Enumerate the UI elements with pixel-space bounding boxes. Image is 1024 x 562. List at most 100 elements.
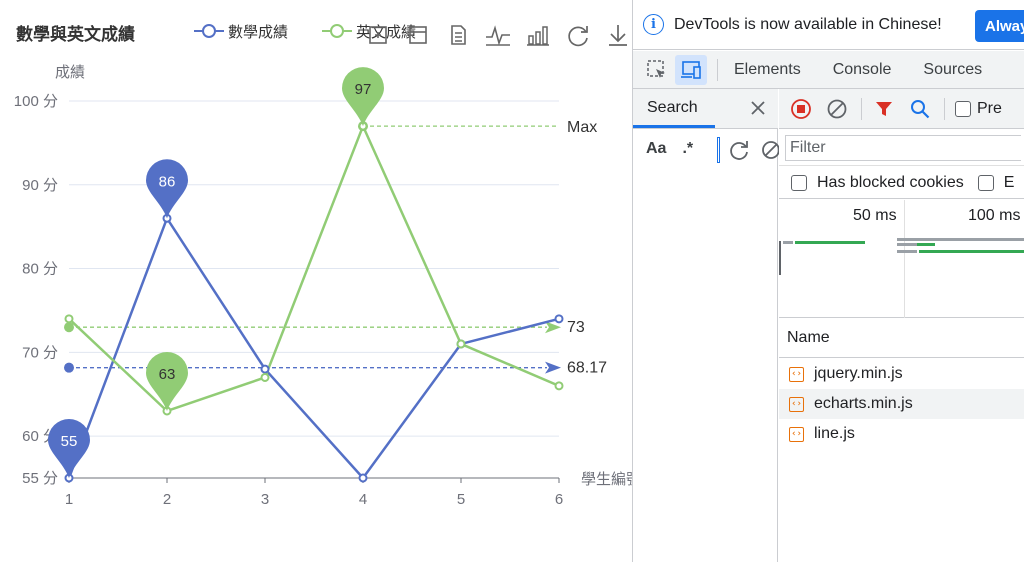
refresh-icon[interactable] [727,138,751,167]
info-icon: i [643,14,664,35]
script-file-icon: ‹› [789,396,804,412]
request-row[interactable]: ‹› echarts.min.js [779,389,1024,419]
timeline-bar [783,241,793,244]
regex-toggle[interactable]: .* [682,140,693,158]
timeline-gridline [904,200,905,318]
request-row[interactable]: ‹› line.js [779,419,1024,449]
close-icon[interactable] [745,95,771,121]
zoom-reset-icon[interactable] [402,20,434,50]
blocked-cookies-label: Has blocked cookies [817,173,964,191]
request-name: echarts.min.js [814,395,913,412]
y-tick-label: 80 分 [22,261,58,278]
blocked-cookies-checkbox[interactable] [791,174,807,191]
timeline-bar [897,250,917,253]
math-data-point [260,364,270,374]
math-mark-point-label: 86 [159,173,176,190]
english-data-point [456,339,466,349]
timeline-label-50ms: 50 ms [853,207,897,224]
timeline-bar [919,250,1024,253]
english-mark-point-label: 97 [355,81,372,98]
math-average-line-arrow [545,361,561,374]
math-mark-point-label: 55 [61,433,78,450]
script-file-icon: ‹› [789,426,804,442]
timeline-label-100ms: 100 ms [968,207,1021,224]
x-tick-label: 5 [457,491,465,508]
network-toolbar: Pre [779,89,1024,129]
chart-title: 數學與英文成績 [16,25,135,45]
devtools-tabbar: Elements Console Sources [633,51,1024,89]
math-data-point [358,473,368,483]
legend-item-math[interactable]: 數學成績 [194,20,288,42]
english-max-line-label: Max [567,119,597,136]
math-data-point [554,314,564,324]
inspect-element-icon[interactable] [641,55,673,85]
preserve-log-checkbox[interactable] [955,100,971,117]
y-tick-label: 90 分 [22,177,58,194]
request-name: jquery.min.js [814,365,903,382]
search-icon[interactable] [906,95,934,123]
filter-input[interactable]: Filter [785,134,1021,161]
legend-math-swatch [194,24,224,38]
english-mark-point-label: 63 [159,366,176,383]
search-tab[interactable]: Search [633,89,778,129]
script-file-icon: ‹› [789,366,804,382]
chart-toolbox [362,20,632,50]
y-tick-label: 100 分 [14,93,58,110]
restore-icon[interactable] [562,20,594,50]
chart-pane: 55 分60 分70 分80 分90 分100 分成績123456學生編號68.… [0,0,632,562]
blocked-requests-checkbox[interactable] [977,174,994,191]
network-panel: Pre Filter Has blocked cookies E 50 ms 1… [779,89,1024,562]
tab-elements[interactable]: Elements [730,61,817,79]
english-data-point [64,314,74,324]
x-tick-label: 4 [359,491,367,508]
tab-sources[interactable]: Sources [907,61,998,79]
timeline-bar [897,243,917,246]
search-tab-underline [633,125,715,128]
legend-english-swatch [322,24,352,38]
data-view-icon[interactable] [442,20,474,50]
blocked-cookies-row: Has blocked cookies E [779,167,1024,199]
preserve-log-label: Pre [977,99,1002,117]
line-chart: 55 分60 分70 分80 分90 分100 分成績123456學生編號68.… [14,64,632,508]
toolbar-separator [861,97,862,120]
clear-log-icon[interactable] [823,95,851,123]
y-tick-label: 55 分 [22,470,58,487]
infobar-message: DevTools is now available in Chinese! [674,15,942,33]
device-toolbar-icon[interactable] [675,54,707,85]
download-icon[interactable] [602,20,632,50]
search-panel: Search Aa .* [633,89,780,562]
match-case-toggle[interactable]: Aa [646,140,666,158]
search-options: Aa .* [633,130,780,168]
english-data-point [554,381,564,391]
timeline-cursor [779,241,781,275]
search-input[interactable] [717,137,720,163]
x-tick-label: 1 [65,491,73,508]
network-overview[interactable]: 50 ms 100 ms [779,200,1024,318]
math-average-line-label: 68.17 [567,360,607,377]
filter-row: Filter [779,130,1024,166]
devtools-infobar: i DevTools is now available in Chinese! … [633,0,1024,50]
name-column-header[interactable]: Name [779,318,1024,358]
line-chart-icon[interactable] [482,20,514,50]
filter-icon[interactable] [870,95,898,123]
legend-math-label: 數學成績 [228,22,289,41]
toolbar-separator-2 [944,97,945,120]
blocked-requests-label: E [1003,173,1015,191]
zoom-in-icon[interactable] [362,20,394,50]
always-match-language-button[interactable]: Always [975,10,1024,42]
tab-console[interactable]: Console [817,61,908,79]
x-tick-label: 6 [555,491,563,508]
search-tab-label: Search [647,99,698,116]
timeline-bar [897,238,1024,241]
devtools-panel: i DevTools is now available in Chinese! … [633,0,1024,562]
x-tick-label: 3 [261,491,269,508]
y-axis-title: 成績 [55,64,85,81]
y-tick-label: 70 分 [22,344,58,361]
record-stop-icon[interactable] [787,95,815,123]
english-average-line-label: 73 [567,319,585,336]
request-row[interactable]: ‹› jquery.min.js [779,359,1024,389]
timeline-bar [917,243,935,246]
bar-chart-icon[interactable] [522,20,554,50]
math-series-line [67,217,560,480]
x-tick-label: 2 [163,491,171,508]
